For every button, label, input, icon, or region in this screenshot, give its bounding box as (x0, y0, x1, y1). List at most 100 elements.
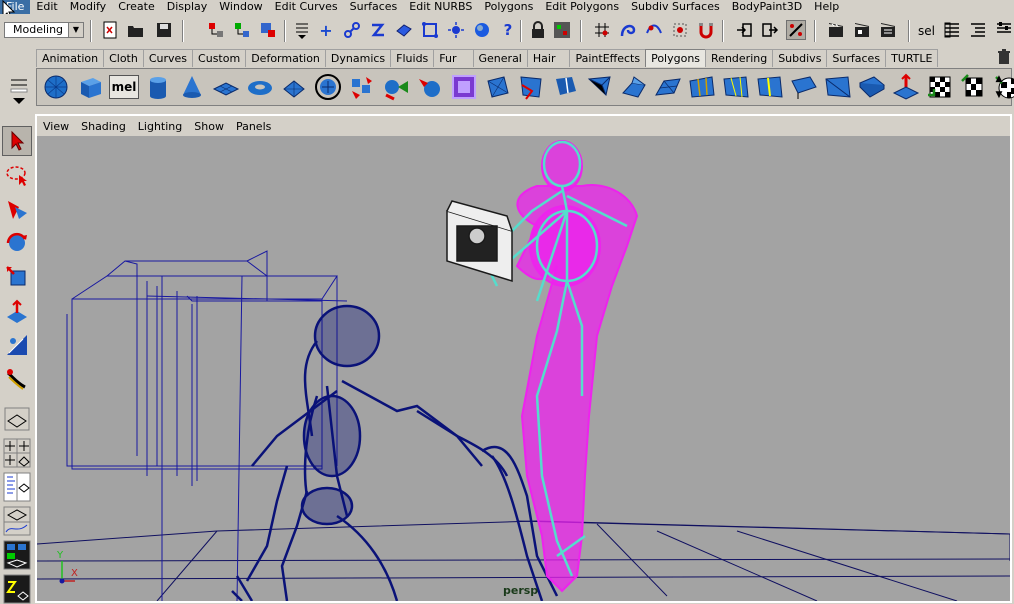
show-manipulator-tool-icon[interactable] (2, 364, 32, 394)
select-rendering-icon[interactable] (472, 20, 492, 40)
shelf-tab-fur[interactable]: Fur (433, 49, 474, 67)
menu-modify[interactable]: Modify (64, 0, 112, 14)
poly-torus-icon[interactable] (245, 72, 275, 102)
new-scene-icon[interactable] (100, 20, 120, 40)
selection-mask-dropdown-icon[interactable] (292, 20, 312, 40)
cylindrical-mapping-icon[interactable] (959, 72, 989, 102)
combine-icon[interactable] (449, 72, 479, 102)
menu-help[interactable]: Help (808, 0, 845, 14)
shelf-tab-surfaces[interactable]: Surfaces (826, 49, 887, 67)
input-operations-icon[interactable] (734, 20, 754, 40)
shelf-menu-control[interactable] (8, 76, 30, 104)
duplicate-face-icon[interactable] (653, 72, 683, 102)
extrude-face-icon[interactable] (347, 72, 377, 102)
poly-plane-icon[interactable] (211, 72, 241, 102)
save-scene-icon[interactable] (154, 20, 174, 40)
open-scene-icon[interactable] (126, 20, 146, 40)
select-by-component-type-icon[interactable] (258, 20, 278, 40)
persp-trax-layout-icon[interactable] (2, 574, 32, 604)
select-curves-icon[interactable] (368, 20, 388, 40)
select-surfaces-icon[interactable] (394, 20, 414, 40)
highlight-selection-icon[interactable] (552, 20, 572, 40)
scale-tool-icon[interactable] (2, 262, 32, 292)
subdivide-icon[interactable] (789, 72, 819, 102)
triangulate-icon[interactable] (823, 72, 853, 102)
shelf-scroll-down-icon[interactable]: ▼ (992, 88, 1006, 102)
trash-icon[interactable] (996, 49, 1012, 65)
snap-to-grids-icon[interactable] (592, 20, 612, 40)
quadrangulate-icon[interactable] (857, 72, 887, 102)
soft-modification-tool-icon[interactable] (2, 330, 32, 360)
shelf-tab-polygons[interactable]: Polygons (645, 49, 707, 67)
menu-set-dropdown[interactable]: Modeling ▼ (4, 22, 84, 38)
menu-edit[interactable]: Edit (30, 0, 63, 14)
menu-edit-nurbs[interactable]: Edit NURBS (403, 0, 478, 14)
poly-sphere-icon[interactable] (41, 72, 71, 102)
bevel-icon[interactable] (415, 72, 445, 102)
move-tool-icon[interactable] (2, 194, 32, 224)
chevron-down-icon[interactable]: ▼ (68, 23, 83, 37)
quick-selection-field[interactable]: sel (918, 24, 935, 38)
persp-outliner-layout-icon[interactable] (2, 472, 32, 502)
select-deformations-icon[interactable] (420, 20, 440, 40)
panel-menu-panels[interactable]: Panels (230, 120, 277, 133)
shelf-tab-cloth[interactable]: Cloth (103, 49, 144, 67)
poly-cube-icon[interactable] (75, 72, 105, 102)
perspective-viewport-panel[interactable]: View Shading Lighting Show Panels Y X pe… (35, 114, 1012, 603)
panel-menu-shading[interactable]: Shading (75, 120, 132, 133)
mel-script-icon[interactable]: mel (109, 72, 139, 102)
four-view-layout-icon[interactable] (2, 438, 32, 468)
shelf-tab-curves[interactable]: Curves (142, 49, 194, 67)
ipr-render-icon[interactable] (852, 20, 872, 40)
shelf-scroll-up-icon[interactable]: ▲ (992, 72, 1006, 86)
menu-edit-curves[interactable]: Edit Curves (269, 0, 344, 14)
panel-menu-view[interactable]: View (37, 120, 75, 133)
panel-menu-lighting[interactable]: Lighting (132, 120, 188, 133)
viewport-scene[interactable]: Y X (37, 136, 1010, 601)
select-by-hierarchy-icon[interactable] (206, 20, 226, 40)
rotate-tool-icon[interactable] (2, 228, 32, 258)
poke-faces-icon[interactable] (585, 72, 615, 102)
single-perspective-layout-icon[interactable] (2, 406, 32, 432)
select-by-object-type-icon[interactable] (232, 20, 252, 40)
poly-cone-icon[interactable] (177, 72, 207, 102)
select-misc-icon[interactable]: ? (498, 20, 518, 40)
select-tool-icon[interactable] (2, 126, 32, 156)
select-joints-icon[interactable] (342, 20, 362, 40)
snap-to-points-icon[interactable] (644, 20, 664, 40)
shelf-tab-painteffects[interactable]: PaintEffects (569, 49, 647, 67)
shelf-tab-turtle[interactable]: TURTLE (885, 49, 939, 67)
split-polygon-icon[interactable] (381, 72, 411, 102)
menu-surfaces[interactable]: Surfaces (344, 0, 404, 14)
extract-icon[interactable] (687, 72, 717, 102)
hypershade-layout-icon[interactable] (2, 540, 32, 570)
menu-window[interactable]: Window (213, 0, 268, 14)
tool-settings-toggle-icon[interactable] (994, 20, 1014, 40)
snap-to-curves-icon[interactable] (618, 20, 638, 40)
poly-helix-icon[interactable] (313, 72, 343, 102)
lock-selection-icon[interactable] (528, 20, 548, 40)
manipulator-tool-icon[interactable] (2, 296, 32, 326)
shelf-tab-deformation[interactable]: Deformation (245, 49, 326, 67)
shelf-tab-subdivs[interactable]: Subdivs (772, 49, 828, 67)
persp-graph-layout-icon[interactable] (2, 506, 32, 536)
shelf-tab-rendering[interactable]: Rendering (705, 49, 774, 67)
shelf-tab-general[interactable]: General (472, 49, 528, 67)
lasso-tool-icon[interactable] (2, 160, 32, 190)
shelf-tab-animation[interactable]: Animation (36, 49, 105, 67)
snap-to-view-planes-icon[interactable] (670, 20, 690, 40)
shelf-tab-hair[interactable]: Hair (526, 49, 571, 67)
select-dynamics-icon[interactable] (446, 20, 466, 40)
shelf-tab-dynamics[interactable]: Dynamics (324, 49, 392, 67)
separate-icon[interactable] (483, 72, 513, 102)
render-current-frame-icon[interactable] (826, 20, 846, 40)
wedge-faces-icon[interactable] (619, 72, 649, 102)
channel-box-toggle-icon[interactable] (942, 20, 962, 40)
poly-cylinder-icon[interactable] (143, 72, 173, 102)
merge-vertices-icon[interactable] (755, 72, 785, 102)
construction-history-icon[interactable] (786, 20, 806, 40)
menu-create[interactable]: Create (112, 0, 161, 14)
menu-polygons[interactable]: Polygons (478, 0, 539, 14)
smooth-icon[interactable] (517, 72, 547, 102)
collapse-icon[interactable] (721, 72, 751, 102)
